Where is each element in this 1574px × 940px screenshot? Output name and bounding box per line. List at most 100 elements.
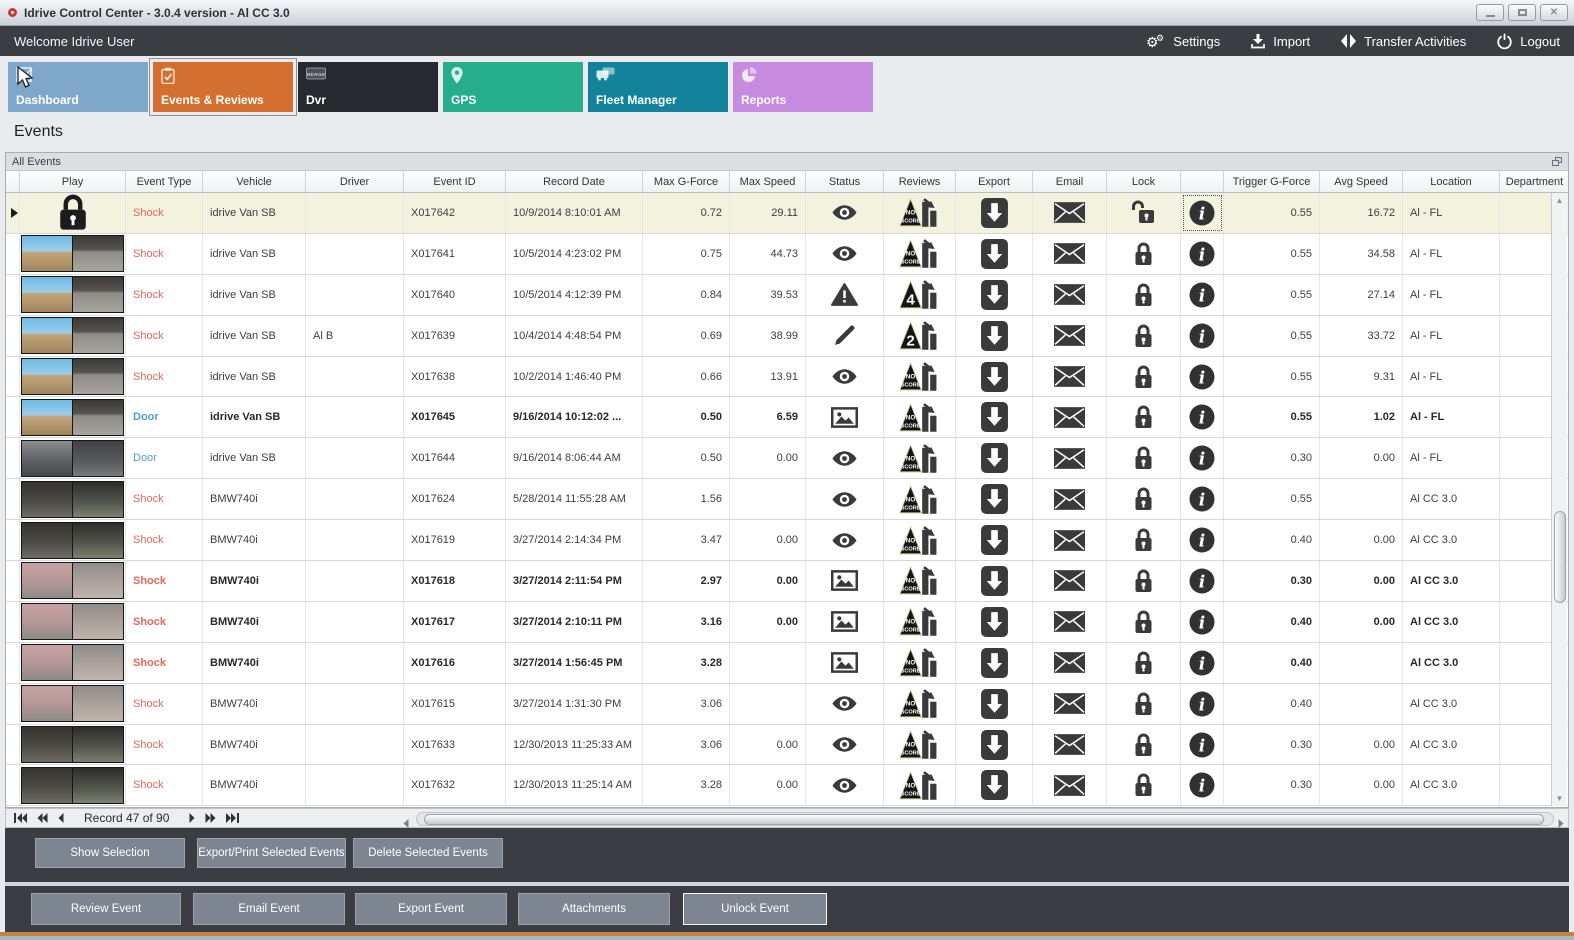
- cell-lock[interactable]: [1107, 356, 1181, 397]
- table-row[interactable]: Shock idrive Van SB X017642 10/9/2014 8:10:…: [6, 193, 1568, 234]
- export-icon[interactable]: [980, 770, 1008, 801]
- no-score-icon[interactable]: NO SCORE: [899, 605, 940, 638]
- export-icon[interactable]: [980, 279, 1008, 310]
- delete-selected-button[interactable]: Delete Selected Events: [353, 838, 503, 868]
- cell-status[interactable]: [806, 601, 884, 642]
- cell-lock[interactable]: [1107, 724, 1181, 765]
- table-row[interactable]: Shock BMW740i X017618 3/27/2014 2:11:54 PM 2…: [6, 561, 1568, 602]
- minimize-button[interactable]: [1476, 4, 1504, 21]
- event-thumbnail[interactable]: [21, 317, 124, 355]
- table-row[interactable]: Shock idrive Van SB X017638 10/2/2014 1:46:…: [6, 356, 1568, 398]
- cell-play[interactable]: [20, 315, 126, 356]
- no-score-icon[interactable]: NO SCORE: [899, 687, 940, 720]
- lock-icon[interactable]: [1132, 771, 1155, 799]
- cell-export[interactable]: [956, 683, 1033, 724]
- info-icon[interactable]: i: [1189, 241, 1215, 267]
- info-icon[interactable]: i: [1189, 323, 1215, 349]
- cell-lock[interactable]: [1107, 438, 1181, 479]
- cell-export[interactable]: [956, 561, 1033, 601]
- cell-play[interactable]: [20, 233, 126, 274]
- cell-play[interactable]: [20, 397, 126, 438]
- cell-play[interactable]: [20, 356, 126, 397]
- cell-reviews[interactable]: NO SCORE: [884, 438, 956, 479]
- cell-status[interactable]: [806, 356, 884, 397]
- lock-icon[interactable]: [1132, 363, 1155, 391]
- email-icon[interactable]: [1054, 202, 1085, 224]
- cell-status[interactable]: [806, 315, 884, 356]
- lock-icon[interactable]: [1132, 608, 1155, 636]
- cell-email[interactable]: [1033, 315, 1107, 356]
- cell-info[interactable]: i: [1181, 601, 1224, 642]
- table-row[interactable]: Shock BMW740i X017615 3/27/2014 1:31:30 PM 3…: [6, 683, 1568, 725]
- no-score-icon[interactable]: NO SCORE: [899, 401, 940, 434]
- cell-play[interactable]: [20, 520, 126, 561]
- cell-lock[interactable]: [1107, 683, 1181, 724]
- cell-reviews[interactable]: NO SCORE: [884, 683, 956, 724]
- vertical-scrollbar[interactable]: ▲ ▼: [1551, 193, 1567, 806]
- export-icon[interactable]: [980, 484, 1008, 515]
- review-event-button[interactable]: Review Event: [31, 893, 181, 925]
- unlock-event-button[interactable]: Unlock Event: [683, 893, 827, 925]
- column-header-reviews[interactable]: Reviews: [884, 171, 956, 192]
- cell-lock[interactable]: [1107, 601, 1181, 642]
- cell-export[interactable]: [956, 397, 1033, 438]
- event-thumbnail[interactable]: [21, 276, 124, 314]
- cell-export[interactable]: [956, 233, 1033, 274]
- column-header-max-speed[interactable]: Max Speed: [730, 171, 806, 192]
- email-icon[interactable]: [1054, 366, 1085, 387]
- eye-icon[interactable]: [831, 695, 858, 712]
- lock-icon[interactable]: [1132, 240, 1155, 268]
- cell-info[interactable]: i: [1181, 520, 1224, 561]
- cell-lock[interactable]: [1107, 520, 1181, 561]
- table-row[interactable]: Shock BMW740i X017633 12/30/2013 11:25:33 A…: [6, 724, 1568, 766]
- lock-icon[interactable]: [1132, 281, 1155, 309]
- event-thumbnail[interactable]: [21, 358, 124, 395]
- lock-icon[interactable]: [1132, 485, 1155, 513]
- last-record-button[interactable]: [226, 813, 240, 823]
- email-icon[interactable]: [1054, 488, 1085, 510]
- export-icon[interactable]: [980, 361, 1008, 392]
- cell-export[interactable]: [956, 642, 1033, 683]
- cell-lock[interactable]: [1107, 479, 1181, 520]
- no-score-icon[interactable]: NO SCORE: [899, 728, 940, 761]
- cell-info[interactable]: i: [1181, 479, 1224, 520]
- column-header-lock[interactable]: Lock: [1107, 171, 1181, 192]
- cell-reviews[interactable]: NO SCORE: [884, 765, 956, 806]
- export-icon[interactable]: [980, 238, 1008, 269]
- table-row[interactable]: Shock BMW740i X017619 3/27/2014 2:14:34 PM 3…: [6, 520, 1568, 562]
- cell-lock[interactable]: [1107, 561, 1181, 601]
- cell-export[interactable]: [956, 438, 1033, 479]
- tab-gps[interactable]: GPS: [443, 62, 583, 112]
- info-icon[interactable]: i: [1189, 691, 1215, 717]
- cell-status[interactable]: [806, 397, 884, 438]
- column-header-event-type[interactable]: Event Type: [126, 171, 203, 192]
- cell-email[interactable]: [1033, 356, 1107, 397]
- table-row[interactable]: Door idrive Van SB X017645 9/16/2014 10:12:…: [6, 397, 1568, 439]
- lock-icon[interactable]: [1132, 649, 1155, 677]
- cell-status[interactable]: [806, 561, 884, 601]
- close-button[interactable]: ✕: [1540, 4, 1568, 21]
- info-icon[interactable]: i: [1189, 527, 1215, 553]
- info-icon[interactable]: i: [1189, 200, 1215, 226]
- column-header-department[interactable]: Department: [1500, 171, 1568, 192]
- restore-panel-icon[interactable]: [1552, 157, 1562, 166]
- eye-icon[interactable]: [831, 736, 858, 753]
- email-icon[interactable]: [1054, 529, 1085, 551]
- export-icon[interactable]: [980, 606, 1008, 637]
- cell-lock[interactable]: [1107, 642, 1181, 683]
- export-icon[interactable]: [980, 729, 1008, 760]
- column-header-avg-speed[interactable]: Avg Speed: [1320, 171, 1403, 192]
- cell-export[interactable]: [956, 601, 1033, 642]
- cell-status[interactable]: [806, 274, 884, 315]
- email-icon[interactable]: [1054, 243, 1085, 265]
- cell-info[interactable]: i: [1181, 193, 1224, 233]
- info-icon[interactable]: i: [1189, 772, 1215, 798]
- column-header-driver[interactable]: Driver: [306, 171, 404, 192]
- event-thumbnail[interactable]: [21, 685, 124, 723]
- eye-icon[interactable]: [831, 777, 858, 794]
- score-4-icon[interactable]: 4: [899, 278, 940, 311]
- cell-email[interactable]: [1033, 724, 1107, 765]
- cell-lock[interactable]: [1107, 315, 1181, 356]
- cell-status[interactable]: [806, 683, 884, 724]
- cell-play[interactable]: [20, 438, 126, 479]
